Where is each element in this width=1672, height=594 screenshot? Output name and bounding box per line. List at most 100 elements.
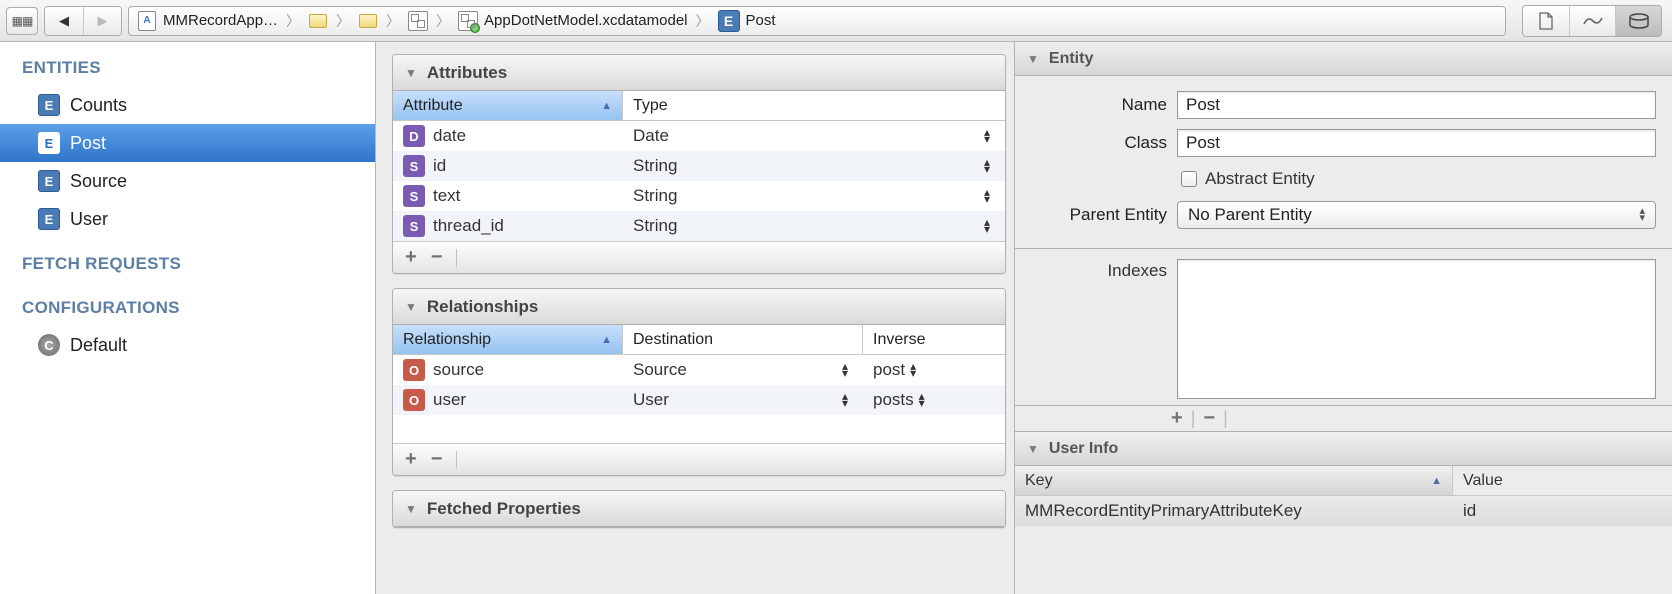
- chevron-right-icon: 〉: [384, 11, 402, 31]
- relationships-column-header: Relationship ▲ Destination Inverse: [393, 325, 1005, 355]
- folder-icon: [308, 11, 328, 31]
- remove-index-button[interactable]: −: [1203, 407, 1215, 430]
- type-stepper[interactable]: [979, 219, 995, 233]
- related-items-button[interactable]: ▦▦: [6, 7, 38, 35]
- configuration-badge-icon: C: [38, 334, 60, 356]
- user-info-value: id: [1453, 501, 1672, 521]
- to-one-icon: O: [403, 359, 425, 381]
- remove-attribute-button[interactable]: −: [431, 246, 443, 269]
- entity-class-input[interactable]: [1177, 129, 1656, 157]
- relationships-panel-header[interactable]: ▼ Relationships: [393, 289, 1005, 325]
- wave-icon: [1583, 15, 1603, 27]
- type-stepper[interactable]: [979, 129, 995, 143]
- sidebar-item-source[interactable]: E Source: [0, 162, 375, 200]
- top-toolbar: ▦▦ ◀ ▶ MMRecordApp… 〉 〉 〉 〉 AppDotNetMod…: [0, 0, 1672, 42]
- entity-badge-icon: E: [38, 94, 60, 116]
- forward-button[interactable]: ▶: [83, 7, 121, 35]
- relationship-row[interactable]: Osource Source post: [393, 355, 1005, 385]
- datamodel-current-icon: [458, 11, 478, 31]
- to-one-icon: O: [403, 389, 425, 411]
- attribute-row[interactable]: Sthread_id String: [393, 211, 1005, 241]
- entity-badge-icon: E: [38, 132, 60, 154]
- data-model-inspector-tab[interactable]: [1615, 6, 1661, 36]
- fetched-properties-panel-header[interactable]: ▼ Fetched Properties: [393, 491, 1005, 527]
- remove-relationship-button[interactable]: −: [431, 448, 443, 471]
- entity-inspector-header[interactable]: ▼ Entity: [1015, 42, 1672, 76]
- dest-stepper[interactable]: [837, 393, 853, 407]
- type-stepper[interactable]: [979, 159, 995, 173]
- disclosure-triangle-icon: ▼: [405, 300, 417, 314]
- breadcrumb[interactable]: MMRecordApp… 〉 〉 〉 〉 AppDotNetModel.xcda…: [128, 6, 1506, 36]
- attribute-row[interactable]: Ddate Date: [393, 121, 1005, 151]
- quick-help-tab[interactable]: [1569, 6, 1615, 36]
- date-type-icon: D: [403, 125, 425, 147]
- entity-inspector-icon: [1629, 13, 1649, 29]
- disclosure-triangle-icon: ▼: [1027, 52, 1039, 66]
- sidebar-item-label: User: [70, 209, 108, 230]
- document-icon: [1538, 12, 1554, 30]
- select-stepper-icon: ▴▾: [1639, 208, 1645, 222]
- type-column-header[interactable]: Type: [623, 91, 1005, 120]
- entity-name-input[interactable]: [1177, 91, 1656, 119]
- inspector-tabs: [1522, 5, 1662, 37]
- key-column-header[interactable]: Key ▲: [1015, 466, 1453, 495]
- relationship-column-header[interactable]: Relationship ▲: [393, 325, 623, 354]
- attribute-row[interactable]: Sid String: [393, 151, 1005, 181]
- entity-badge-icon: E: [38, 208, 60, 230]
- add-relationship-button[interactable]: +: [405, 448, 417, 471]
- indexes-list[interactable]: [1177, 259, 1656, 399]
- attributes-panel-header[interactable]: ▼ Attributes: [393, 55, 1005, 91]
- indexes-label: Indexes: [1031, 259, 1167, 399]
- inspector: ▼ Entity Name Class Abstract Entity Pare…: [1014, 42, 1672, 594]
- user-info-row[interactable]: MMRecordEntityPrimaryAttributeKey id: [1015, 496, 1672, 526]
- add-attribute-button[interactable]: +: [405, 246, 417, 269]
- inverse-stepper[interactable]: [905, 363, 921, 377]
- add-index-button[interactable]: +: [1171, 407, 1183, 430]
- string-type-icon: S: [403, 155, 425, 177]
- abstract-entity-checkbox[interactable]: [1181, 171, 1197, 187]
- breadcrumb-entity: Post: [746, 12, 776, 29]
- configurations-section-title: CONFIGURATIONS: [0, 282, 375, 326]
- file-inspector-tab[interactable]: [1523, 6, 1569, 36]
- chevron-right-icon: 〉: [694, 11, 712, 31]
- sidebar-item-label: Default: [70, 335, 127, 356]
- disclosure-triangle-icon: ▼: [1027, 442, 1039, 456]
- sidebar: ENTITIES E Counts E Post E Source E User…: [0, 42, 376, 594]
- inverse-stepper[interactable]: [914, 393, 930, 407]
- panel-title: Fetched Properties: [427, 499, 581, 519]
- attribute-column-header[interactable]: Attribute ▲: [393, 91, 623, 120]
- relationship-row[interactable]: Ouser User posts: [393, 385, 1005, 415]
- entity-form: Name Class Abstract Entity Parent Entity…: [1015, 76, 1672, 249]
- user-info-columns: Key ▲ Value: [1015, 466, 1672, 496]
- destination-column-header[interactable]: Destination: [623, 325, 863, 354]
- parent-entity-select[interactable]: No Parent Entity ▴▾: [1177, 201, 1656, 229]
- sidebar-item-default-config[interactable]: C Default: [0, 326, 375, 364]
- sidebar-item-counts[interactable]: E Counts: [0, 86, 375, 124]
- attributes-rows: Ddate Date Sid String Stext String Sthre…: [393, 121, 1005, 241]
- relationships-rows: Osource Source post Ouser User posts: [393, 355, 1005, 443]
- user-info-header[interactable]: ▼ User Info: [1015, 432, 1672, 466]
- attribute-row[interactable]: Stext String: [393, 181, 1005, 211]
- string-type-icon: S: [403, 185, 425, 207]
- project-icon: [137, 11, 157, 31]
- sidebar-item-user[interactable]: E User: [0, 200, 375, 238]
- chevron-right-icon: 〉: [434, 11, 452, 31]
- sort-ascending-icon: ▲: [601, 100, 612, 112]
- value-column-header[interactable]: Value: [1453, 466, 1672, 495]
- fetch-requests-section-title: FETCH REQUESTS: [0, 238, 375, 282]
- grid-icon: ▦▦: [12, 14, 33, 28]
- type-stepper[interactable]: [979, 189, 995, 203]
- entity-badge-icon: E: [38, 170, 60, 192]
- indexes-section: Indexes: [1015, 249, 1672, 406]
- folder-icon: [358, 11, 378, 31]
- panel-title: Relationships: [427, 297, 538, 317]
- sidebar-item-post[interactable]: E Post: [0, 124, 375, 162]
- indexes-footer: + | − |: [1015, 406, 1672, 432]
- chevron-right-icon: 〉: [334, 11, 352, 31]
- breadcrumb-model: AppDotNetModel.xcdatamodel: [484, 12, 687, 29]
- inverse-column-header[interactable]: Inverse: [863, 325, 1005, 354]
- class-label: Class: [1031, 133, 1167, 153]
- separator: [456, 451, 457, 469]
- dest-stepper[interactable]: [837, 363, 853, 377]
- back-button[interactable]: ◀: [45, 7, 83, 35]
